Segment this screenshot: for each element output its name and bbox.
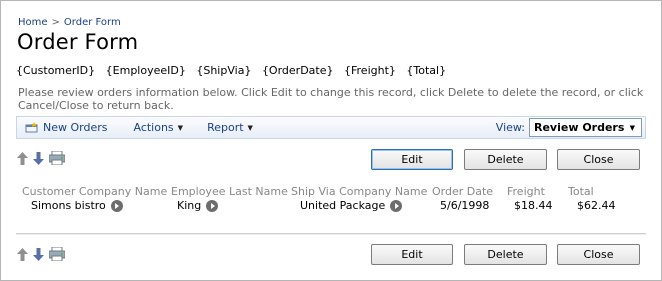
down-arrow-icon[interactable] xyxy=(33,151,44,165)
cell-employee[interactable]: King xyxy=(177,199,219,212)
report-label: Report xyxy=(207,121,244,134)
view-selector: View: Review Orders ▼ xyxy=(496,118,642,137)
field-placeholder-line: {CustomerID} {EmployeeID} {ShipVia} {Ord… xyxy=(16,64,453,77)
new-record-icon xyxy=(25,122,38,133)
cell-order-date: 5/6/1998 xyxy=(440,199,490,212)
col-ship-via-company-name: Ship Via Company Name xyxy=(291,185,428,198)
cell-ship-via[interactable]: United Package xyxy=(300,199,403,212)
customer-id-placeholder: {CustomerID} xyxy=(16,64,96,77)
actions-label: Actions xyxy=(133,121,174,134)
delete-button-bottom[interactable]: Delete xyxy=(464,244,547,265)
breadcrumb-separator: > xyxy=(51,17,60,28)
page-title: Order Form xyxy=(17,30,139,54)
print-icon[interactable] xyxy=(49,151,65,165)
actions-caret-icon: ▼ xyxy=(177,123,184,132)
col-customer-company-name: Customer Company Name xyxy=(22,185,168,198)
up-arrow-icon[interactable] xyxy=(17,247,28,261)
cell-customer-text: Simons bistro xyxy=(31,199,106,212)
breadcrumb-current: Order Form xyxy=(63,17,121,28)
navigate-arrow-icon[interactable] xyxy=(206,199,219,212)
record-nav-bottom xyxy=(17,247,70,261)
down-arrow-icon[interactable] xyxy=(33,247,44,261)
col-freight: Freight xyxy=(507,185,545,198)
view-dropdown[interactable]: Review Orders ▼ xyxy=(529,118,642,137)
new-orders-button[interactable]: New Orders xyxy=(25,117,107,138)
breadcrumb: Home > Order Form xyxy=(18,17,121,28)
close-button-top[interactable]: Close xyxy=(557,149,640,170)
col-total: Total xyxy=(568,185,594,198)
close-button-bottom[interactable]: Close xyxy=(557,244,640,265)
cell-total: $62.44 xyxy=(577,199,616,212)
instructions-text: Please review orders information below. … xyxy=(18,86,644,112)
view-label: View: xyxy=(495,121,525,134)
delete-button-top[interactable]: Delete xyxy=(464,149,547,170)
ship-via-placeholder: {ShipVia} xyxy=(196,64,252,77)
col-order-date: Order Date xyxy=(432,185,494,198)
actions-menu[interactable]: Actions ▼ xyxy=(133,117,183,138)
section-divider xyxy=(16,233,646,235)
navigate-arrow-icon[interactable] xyxy=(390,199,403,212)
up-arrow-icon[interactable] xyxy=(17,151,28,165)
col-employee-last-name: Employee Last Name xyxy=(171,185,288,198)
print-icon[interactable] xyxy=(49,247,65,261)
edit-button-top[interactable]: Edit xyxy=(371,149,453,170)
freight-placeholder: {Freight} xyxy=(344,64,396,77)
cell-employee-text: King xyxy=(177,199,202,212)
navigate-arrow-icon[interactable] xyxy=(110,199,123,212)
report-caret-icon: ▼ xyxy=(247,123,253,132)
cell-freight: $18.44 xyxy=(514,199,553,212)
view-dropdown-caret-icon: ▼ xyxy=(629,123,635,132)
edit-button-bottom[interactable]: Edit xyxy=(371,244,453,265)
breadcrumb-home-link[interactable]: Home xyxy=(18,17,48,28)
order-date-placeholder: {OrderDate} xyxy=(261,64,334,77)
new-orders-label: New Orders xyxy=(43,121,108,134)
action-bar: New Orders Actions ▼ Report ▼ View: Review… xyxy=(16,116,646,139)
employee-id-placeholder: {EmployeeID} xyxy=(105,64,186,77)
record-nav-top xyxy=(17,151,70,165)
report-menu[interactable]: Report ▼ xyxy=(207,117,253,138)
view-dropdown-value: Review Orders xyxy=(534,121,625,134)
total-placeholder: {Total} xyxy=(406,64,447,77)
cell-customer[interactable]: Simons bistro xyxy=(31,199,123,212)
cell-ship-via-text: United Package xyxy=(300,199,386,212)
